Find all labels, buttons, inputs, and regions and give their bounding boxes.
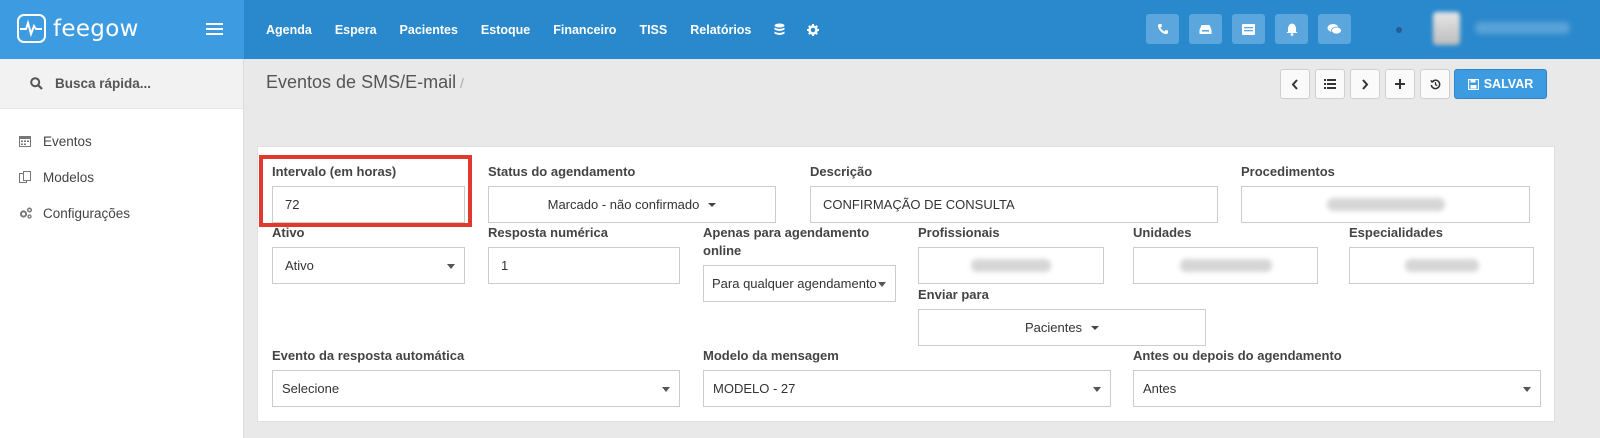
evento-resposta-select[interactable]: Selecione bbox=[272, 370, 680, 407]
antes-select[interactable]: Antes bbox=[1133, 370, 1541, 407]
caret-down-icon bbox=[447, 263, 455, 269]
inbox-icon[interactable] bbox=[1189, 14, 1222, 44]
ativo-select[interactable]: Ativo bbox=[272, 247, 465, 284]
descricao-input[interactable]: CONFIRMAÇÃO DE CONSULTA bbox=[810, 186, 1218, 223]
intervalo-label: Intervalo (em horas) bbox=[272, 164, 397, 179]
nav-espera[interactable]: Espera bbox=[335, 23, 377, 37]
logo-text: feegow bbox=[53, 15, 139, 42]
chat-icon[interactable] bbox=[1318, 14, 1351, 44]
avatar[interactable] bbox=[1433, 12, 1460, 45]
unidades-multiselect[interactable] bbox=[1133, 247, 1318, 284]
sidebar-item-eventos[interactable]: Eventos bbox=[0, 123, 243, 159]
history-button[interactable] bbox=[1420, 69, 1450, 99]
plus-icon bbox=[1395, 79, 1405, 89]
status-dot bbox=[1396, 27, 1402, 33]
previous-button[interactable] bbox=[1280, 69, 1310, 99]
caret-down-icon bbox=[1093, 386, 1101, 392]
save-button[interactable]: SALVAR bbox=[1454, 69, 1547, 99]
floppy-disk-icon bbox=[1467, 78, 1479, 90]
apenas-label: Apenas para agendamento online bbox=[703, 225, 870, 258]
evento-resposta-label: Evento da resposta automática bbox=[272, 348, 465, 363]
logo[interactable]: feegow bbox=[17, 14, 139, 43]
status-dropdown[interactable]: Marcado - não confirmado bbox=[488, 186, 776, 223]
gear-icon[interactable] bbox=[807, 23, 820, 36]
caret-down-icon bbox=[878, 281, 886, 287]
profissionais-multiselect[interactable] bbox=[918, 247, 1104, 284]
sidebar-item-configuracoes[interactable]: Configurações bbox=[0, 195, 243, 231]
menu-toggle-icon[interactable] bbox=[206, 23, 223, 35]
antes-label: Antes ou depois do agendamento bbox=[1133, 348, 1342, 363]
caret-down-icon bbox=[1091, 325, 1100, 330]
database-icon[interactable] bbox=[774, 23, 785, 36]
list-view-button[interactable] bbox=[1315, 69, 1345, 99]
nav-agenda[interactable]: Agenda bbox=[266, 23, 312, 37]
redacted-value bbox=[1404, 259, 1479, 272]
apenas-select[interactable]: Para qualquer agendamento bbox=[703, 265, 896, 302]
nav-tiss[interactable]: TISS bbox=[639, 23, 667, 37]
sidebar-item-label: Modelos bbox=[43, 169, 95, 185]
enviar-dropdown[interactable]: Pacientes bbox=[918, 309, 1206, 346]
search-icon bbox=[30, 77, 43, 90]
enviar-label: Enviar para bbox=[918, 287, 989, 302]
breadcrumb-separator: / bbox=[460, 75, 464, 91]
chevron-right-icon bbox=[1362, 78, 1369, 90]
list-icon[interactable] bbox=[1232, 14, 1265, 44]
especialidades-multiselect[interactable] bbox=[1349, 247, 1534, 284]
caret-down-icon bbox=[1523, 386, 1531, 392]
add-button[interactable] bbox=[1385, 69, 1415, 99]
search-label: Busca rápida... bbox=[55, 76, 152, 91]
quick-search[interactable]: Busca rápida... bbox=[0, 59, 243, 109]
user-name-redacted[interactable] bbox=[1475, 22, 1570, 34]
nav-relatorios[interactable]: Relatórios bbox=[690, 23, 751, 37]
logo-area: feegow bbox=[0, 0, 244, 59]
caret-down-icon bbox=[662, 386, 670, 392]
resposta-label: Resposta numérica bbox=[488, 225, 608, 240]
calendar-icon bbox=[19, 135, 33, 147]
redacted-value bbox=[1179, 259, 1272, 272]
redacted-value bbox=[1326, 198, 1445, 211]
chevron-left-icon bbox=[1291, 78, 1298, 90]
save-label: SALVAR bbox=[1483, 77, 1534, 91]
list-icon bbox=[1324, 79, 1336, 89]
next-button[interactable] bbox=[1350, 69, 1380, 99]
main-nav: Agenda Espera Pacientes Estoque Financei… bbox=[266, 0, 841, 59]
sidebar: Busca rápida... Eventos Modelos Configur… bbox=[0, 59, 244, 438]
logo-icon bbox=[17, 14, 46, 43]
caret-down-icon bbox=[708, 202, 717, 207]
nav-estoque[interactable]: Estoque bbox=[481, 23, 530, 37]
redacted-value bbox=[971, 259, 1051, 272]
procedimentos-label: Procedimentos bbox=[1241, 164, 1335, 179]
especialidades-label: Especialidades bbox=[1349, 225, 1443, 240]
sidebar-item-label: Eventos bbox=[43, 133, 92, 149]
nav-pacientes[interactable]: Pacientes bbox=[400, 23, 458, 37]
modelo-select[interactable]: MODELO - 27 bbox=[703, 370, 1111, 407]
phone-icon[interactable] bbox=[1146, 14, 1179, 44]
procedimentos-multiselect[interactable] bbox=[1241, 186, 1530, 223]
bell-icon[interactable] bbox=[1275, 14, 1308, 44]
cogs-icon bbox=[19, 207, 33, 219]
copy-icon bbox=[19, 171, 33, 183]
profissionais-label: Profissionais bbox=[918, 225, 1000, 240]
status-label: Status do agendamento bbox=[488, 164, 636, 179]
intervalo-input[interactable]: 72 bbox=[272, 186, 465, 223]
sidebar-item-label: Configurações bbox=[43, 205, 131, 221]
unidades-label: Unidades bbox=[1133, 225, 1192, 240]
page-title: Eventos de SMS/E-mail bbox=[266, 72, 457, 92]
history-icon bbox=[1429, 79, 1440, 89]
ativo-label: Ativo bbox=[272, 225, 305, 240]
descricao-label: Descrição bbox=[810, 164, 873, 179]
top-navbar: feegow Agenda Espera Pacientes Estoque F… bbox=[0, 0, 1600, 59]
sidebar-item-modelos[interactable]: Modelos bbox=[0, 159, 243, 195]
resposta-input[interactable]: 1 bbox=[488, 247, 680, 284]
modelo-label: Modelo da mensagem bbox=[703, 348, 839, 363]
nav-financeiro[interactable]: Financeiro bbox=[553, 23, 616, 37]
